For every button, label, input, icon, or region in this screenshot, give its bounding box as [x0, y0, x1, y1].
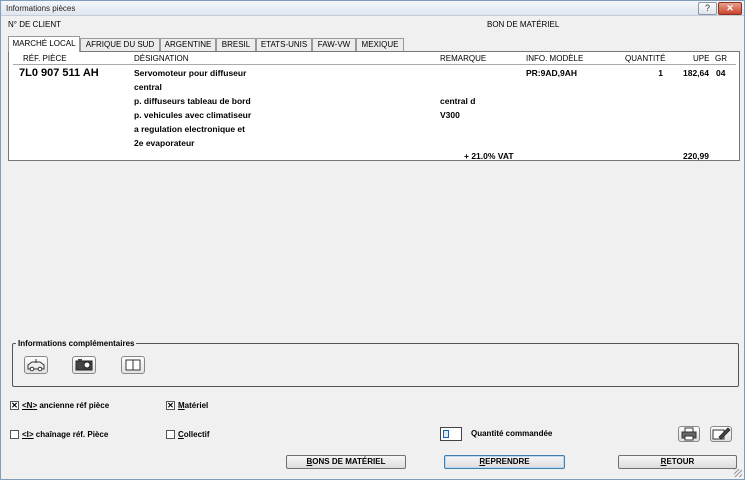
chainage-label: <I> chaînage réf. Pièce	[22, 430, 109, 439]
materiel-checkbox[interactable]: ✕	[166, 401, 175, 410]
col-ref-piece: RÉF. PIÈCE	[23, 54, 67, 63]
designation-line: a regulation electronique et	[134, 124, 245, 134]
bon-materiel-label: BON DE MATÉRIEL	[487, 20, 560, 29]
informations-complementaires: Informations complémentaires	[12, 339, 739, 387]
col-remarque: REMARQUE	[440, 54, 487, 63]
tab-faw-vw[interactable]: FAW-VW	[312, 38, 356, 52]
designation-line: 2e evaporateur	[134, 138, 195, 148]
col-upe: UPE	[693, 54, 710, 63]
edit-icon	[712, 427, 731, 440]
bons-de-materiel-button[interactable]: BONS DE MATÉRIEL	[286, 455, 406, 469]
chainage-checkbox[interactable]	[10, 430, 19, 439]
col-designation: DÉSIGNATION	[134, 54, 189, 63]
tab-mexique[interactable]: MEXIQUE	[356, 38, 404, 52]
gr-value: 04	[716, 68, 726, 78]
quantite-commandee-label: Quantité commandée	[471, 429, 553, 438]
input-caret	[443, 430, 449, 438]
vehicle-icon	[27, 359, 45, 372]
designation-line: p. diffuseurs tableau de bord	[134, 96, 251, 106]
materiel-label: Matériel	[178, 401, 209, 410]
edit-button[interactable]	[710, 426, 732, 442]
info-modele-value: PR:9AD,9AH	[526, 68, 578, 78]
tab-afrique-du-sud[interactable]: AFRIQUE DU SUD	[80, 38, 160, 52]
print-button[interactable]	[678, 426, 700, 442]
book-button[interactable]	[121, 356, 145, 374]
col-quantite: QUANTITÉ	[625, 54, 666, 63]
ancienne-ref-label: <N> ancienne réf pièce	[22, 401, 110, 410]
col-info-modele: INFO. MODÈLE	[526, 54, 584, 63]
camera-button[interactable]	[72, 356, 96, 374]
vehicle-button[interactable]	[24, 356, 48, 374]
tab-bresil[interactable]: BRESIL	[216, 38, 256, 52]
title-bar: Informations pièces ? ✕	[1, 1, 744, 16]
remarque-line: central d	[440, 96, 476, 106]
window-title: Informations pièces	[6, 4, 76, 13]
info-comp-legend: Informations complémentaires	[16, 339, 137, 348]
tab-argentine[interactable]: ARGENTINE	[160, 38, 216, 52]
col-gr: GR	[715, 54, 727, 63]
designation-line: p. vehicules avec climatiseur	[134, 110, 252, 120]
remarque-line: V300	[440, 110, 460, 120]
collectif-label: Collectif	[178, 430, 210, 439]
ref-piece-value: 7L0 907 511 AH	[19, 67, 99, 79]
retour-button[interactable]: RETOUR	[618, 455, 737, 469]
book-icon	[125, 359, 141, 371]
quantite-value: 1	[658, 68, 663, 78]
printer-icon	[681, 427, 697, 441]
help-button[interactable]: ?	[698, 2, 717, 15]
camera-icon	[75, 359, 93, 371]
designation-line: central	[134, 82, 162, 92]
parts-table: RÉF. PIÈCE DÉSIGNATION REMARQUE INFO. MO…	[8, 51, 740, 161]
vat-total: 220,99	[683, 151, 709, 161]
collectif-checkbox[interactable]	[166, 430, 175, 439]
vat-label: + 21.0% VAT	[464, 151, 514, 161]
info-pieces-window: Informations pièces ? ✕ N° DE CLIENT BON…	[0, 0, 745, 480]
resize-grip[interactable]	[734, 469, 742, 477]
client-number-label: N° DE CLIENT	[8, 20, 61, 29]
close-button[interactable]: ✕	[718, 2, 742, 15]
quantite-commandee-input[interactable]	[440, 427, 462, 441]
header-divider	[13, 64, 736, 65]
tab-marche-local[interactable]: MARCHÉ LOCAL	[8, 36, 80, 52]
tab-etats-unis[interactable]: ETATS-UNIS	[256, 38, 312, 52]
upe-value: 182,64	[683, 68, 709, 78]
reprendre-button[interactable]: REPRENDRE	[444, 455, 565, 469]
designation-line: Servomoteur pour diffuseur	[134, 68, 247, 78]
ancienne-ref-checkbox[interactable]: ✕	[10, 401, 19, 410]
